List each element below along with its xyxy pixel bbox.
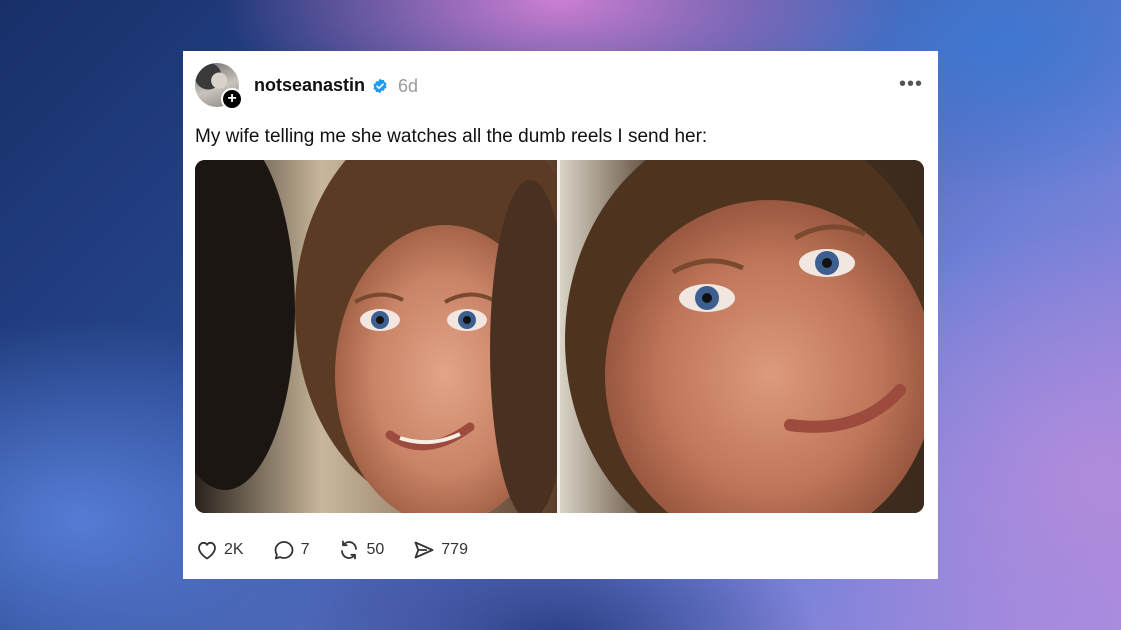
post-image[interactable] [195,160,924,513]
heart-icon [198,541,216,560]
reply-count: 7 [300,541,310,558]
share-count: 779 [441,541,468,558]
like-button[interactable]: 2K [195,538,244,562]
post-time[interactable]: 6d [398,76,418,97]
repost-button[interactable]: 50 [337,538,384,562]
meme-panel-right [560,160,924,513]
like-count: 2K [224,541,244,558]
comment-icon [274,541,293,560]
verified-badge-icon [373,78,387,94]
username[interactable]: notseanastin [254,75,365,96]
repost-count: 50 [366,541,385,558]
meme-panel-left [195,160,595,513]
more-options-icon[interactable]: ••• [899,73,923,96]
share-icon [414,541,434,559]
share-button[interactable]: 779 [412,538,468,562]
post-caption: My wife telling me she watches all the d… [195,126,708,147]
post-actions: 2K 7 50 779 [195,537,496,563]
repost-icon [341,540,358,560]
reply-button[interactable]: 7 [272,538,310,562]
follow-plus-icon[interactable]: + [221,88,243,110]
post-card: + notseanastin 6d ••• My wife telling me… [183,51,938,579]
